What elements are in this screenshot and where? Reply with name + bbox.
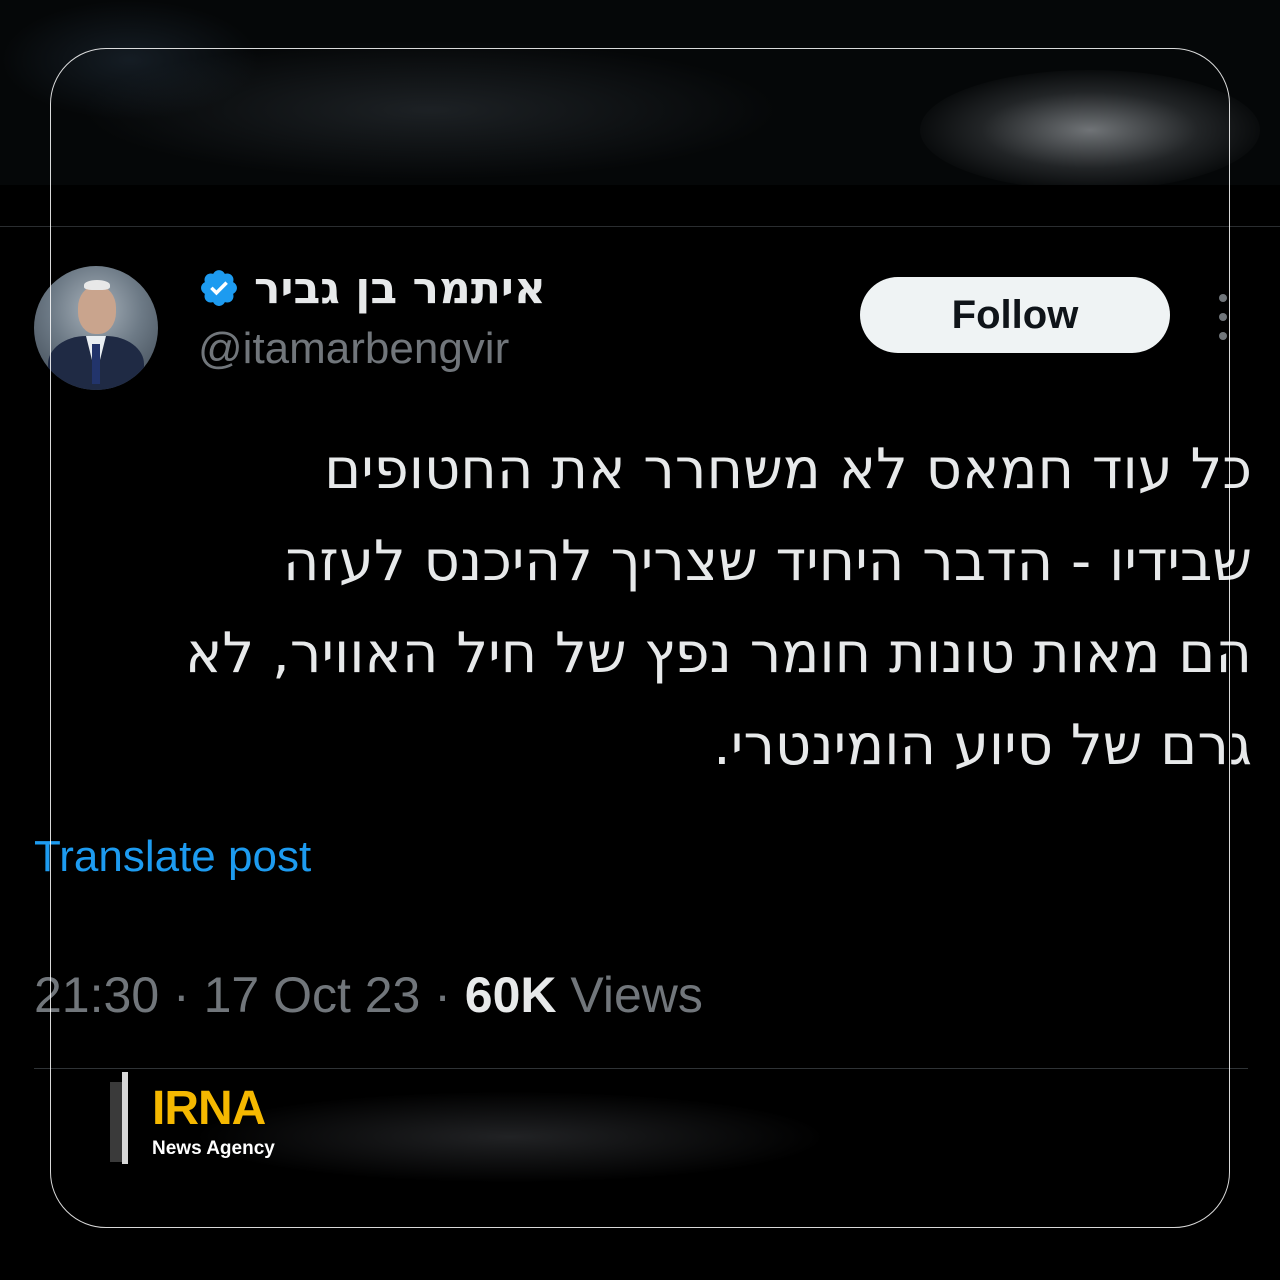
logo-bar-dark bbox=[110, 1082, 122, 1162]
more-options-icon[interactable] bbox=[1212, 294, 1234, 340]
tweet-date[interactable]: 17 Oct 23 bbox=[204, 967, 421, 1023]
avatar[interactable] bbox=[34, 266, 158, 390]
top-divider bbox=[0, 226, 1280, 227]
tweet-line: שבידיו - הדבר היחיד שצריך להיכנס לעזה bbox=[282, 529, 1252, 594]
blur-glow-right bbox=[920, 70, 1260, 185]
irna-logo: IRNA News Agency bbox=[110, 1072, 310, 1168]
tweet-line: כל עוד חמאס לא משחרר את החטופים bbox=[324, 437, 1252, 502]
meta-separator: · bbox=[159, 967, 204, 1023]
views-count: 60K bbox=[464, 967, 557, 1023]
tweet-line: גרם של סיוע הומינטרי. bbox=[713, 713, 1252, 778]
avatar-kippah bbox=[84, 280, 110, 290]
irna-brand-text: IRNA bbox=[152, 1082, 266, 1135]
blur-glow-center bbox=[80, 40, 780, 180]
translate-post-link[interactable]: Translate post bbox=[34, 832, 311, 882]
tweet-meta: 21:30 · 17 Oct 23 · 60K Views bbox=[34, 966, 703, 1024]
views-label: Views bbox=[556, 967, 703, 1023]
tweet-text: כל עוד חמאס לא משחרר את החטופים שבידיו -… bbox=[30, 424, 1252, 792]
meta-separator: · bbox=[420, 967, 465, 1023]
tweet-time[interactable]: 21:30 bbox=[34, 967, 159, 1023]
logo-bar-light bbox=[122, 1072, 128, 1164]
verified-badge-icon bbox=[201, 270, 237, 306]
bottom-divider bbox=[34, 1068, 1248, 1069]
author-name-row[interactable]: איתמר בן גביר bbox=[198, 258, 546, 318]
blurred-header-background bbox=[0, 0, 1280, 185]
avatar-head bbox=[78, 286, 116, 334]
author-display-name[interactable]: איתמר בן גביר bbox=[254, 263, 546, 314]
irna-subtitle: News Agency bbox=[152, 1138, 275, 1159]
author-handle[interactable]: @itamarbengvir bbox=[198, 324, 509, 374]
tweet-line: הם מאות טונות חומר נפץ של חיל האוויר, לא bbox=[184, 621, 1252, 686]
avatar-tie bbox=[92, 344, 100, 384]
follow-button[interactable]: Follow bbox=[860, 277, 1170, 353]
